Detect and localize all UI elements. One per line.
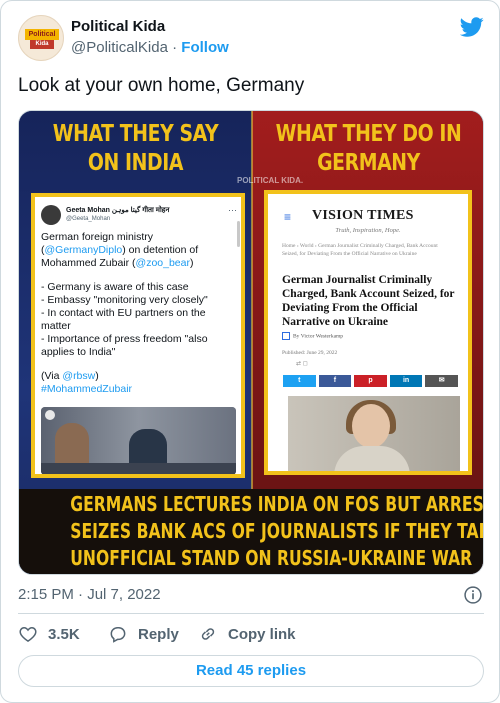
copy-link-label: Copy link xyxy=(228,625,296,643)
tweet-media-image[interactable]: WHAT THEY SAY ON INDIA WHAT THEY DO IN G… xyxy=(18,110,484,575)
tweet-text: Look at your own home, Germany xyxy=(18,75,305,96)
author-handle-row: @PoliticalKida · Follow xyxy=(71,39,229,56)
bullet-item: - Embassy "monitoring very closely" xyxy=(41,294,208,306)
avatar-logo-top: Political xyxy=(25,29,59,40)
link-icon xyxy=(201,628,215,640)
tweet-actions: 3.5K Reply Copy link xyxy=(18,623,484,645)
embedded-tweet-body: German foreign ministry (@GermanyDiplo) … xyxy=(41,231,236,407)
embedded-scrollbar xyxy=(237,221,240,247)
media-divider xyxy=(251,111,253,491)
banner-line: UNOFFICIAL STAND ON RUSSIA-UKRAINE WAR xyxy=(70,546,473,570)
article-site-title: VISION TIMES xyxy=(312,208,414,223)
hamburger-menu-icon: ≡ xyxy=(284,210,292,224)
article-headline: German Journalist Criminally Charged, Ba… xyxy=(282,274,455,328)
tweet-timestamp[interactable]: 2:15 PM · Jul 7, 2022 xyxy=(18,586,161,603)
embedded-hashtag: #MohammedZubair xyxy=(41,383,133,395)
tweet-card: Political Kida Political Kida @Political… xyxy=(0,0,500,703)
like-button[interactable]: 3.5K xyxy=(18,623,80,645)
heart-icon xyxy=(19,626,37,642)
article-date: Published: June 29, 2022 xyxy=(282,350,338,356)
reply-button[interactable]: Reply xyxy=(108,623,179,645)
article-screenshot: ≡ VISION TIMES Truth, Inspiration, Hope.… xyxy=(264,190,472,475)
embedded-author-handle: @Geeta_Mohan xyxy=(66,216,111,222)
embedded-tweet-screenshot: Geeta Mohan گیتا موہن गीता मोहन @Geeta_M… xyxy=(31,193,245,478)
bullet-item: - Importance of press freedom "also appl… xyxy=(41,333,208,358)
twitter-share-icon: t xyxy=(283,375,316,387)
article-site-tagline: Truth, Inspiration, Hope. xyxy=(335,227,401,234)
bullet-item: - Germany is aware of this case xyxy=(41,281,189,293)
article-video-still xyxy=(288,396,460,471)
article-breadcrumb: Home › World › German Journalist Crimina… xyxy=(282,243,438,257)
media-watermark: POLITICAL KIDA. xyxy=(237,176,304,185)
author-name[interactable]: Political Kida xyxy=(71,18,165,35)
broadcaster-logo-icon xyxy=(45,410,55,420)
copy-link-button[interactable]: Copy link xyxy=(198,623,296,645)
embedded-para-1: German foreign ministry (@GermanyDiplo) … xyxy=(41,231,199,269)
banner-line: GERMANS LECTURES INDIA ON FOS BUT ARREST… xyxy=(70,492,483,516)
avatar-logo-bottom: Kida xyxy=(30,40,54,49)
facebook-share-icon: f xyxy=(318,375,352,387)
divider xyxy=(18,613,484,614)
person-face xyxy=(352,404,390,448)
embedded-author-name: Geeta Mohan گیتا موہن गीता मोहन xyxy=(66,207,170,214)
article-byline: By Victor Westerkamp xyxy=(282,332,343,340)
info-icon[interactable] xyxy=(463,585,483,605)
embedded-tweet-header: Geeta Mohan گیتا موہن गीता मोहन @Geeta_M… xyxy=(41,205,237,227)
reply-label: Reply xyxy=(138,625,179,643)
more-icon: ⋯ xyxy=(228,205,237,215)
embedded-video-still xyxy=(41,407,236,474)
article-meta-icons: ⇄ ◻ xyxy=(296,361,308,367)
bullet-item: - In contact with EU partners on the mat… xyxy=(41,307,206,332)
email-share-icon: ✉ xyxy=(425,375,458,387)
media-banner-text: GERMANS LECTURES INDIA ON FOS BUT ARREST… xyxy=(70,491,484,572)
author-handle[interactable]: @PoliticalKida xyxy=(71,39,168,56)
embedded-avatar xyxy=(41,205,61,225)
reply-icon xyxy=(110,627,126,643)
author-logo-icon xyxy=(282,332,290,340)
linkedin-share-icon: in xyxy=(389,375,423,387)
tweet-header: Political Kida Political Kida @Political… xyxy=(18,15,484,61)
read-replies-button[interactable]: Read 45 replies xyxy=(18,655,484,687)
pinterest-share-icon: p xyxy=(354,375,387,387)
media-right-heading: WHAT THEY DO IN GERMANY xyxy=(275,121,462,176)
like-count: 3.5K xyxy=(48,625,80,643)
author-avatar[interactable]: Political Kida xyxy=(18,15,64,61)
follow-button[interactable]: Follow xyxy=(181,39,229,56)
separator-dot: · xyxy=(172,39,178,56)
media-left-heading: WHAT THEY SAY ON INDIA xyxy=(52,121,219,176)
article-share-bar: t f p in ✉ xyxy=(283,375,458,387)
embedded-bullets: - Germany is aware of this case - Embass… xyxy=(41,281,236,359)
embedded-via: (Via @rbsw) #MohammedZubair xyxy=(41,370,133,395)
banner-line: SEIZES BANK ACS OF JOURNALISTS IF THEY T… xyxy=(70,519,484,543)
twitter-bird-icon[interactable] xyxy=(460,15,484,39)
